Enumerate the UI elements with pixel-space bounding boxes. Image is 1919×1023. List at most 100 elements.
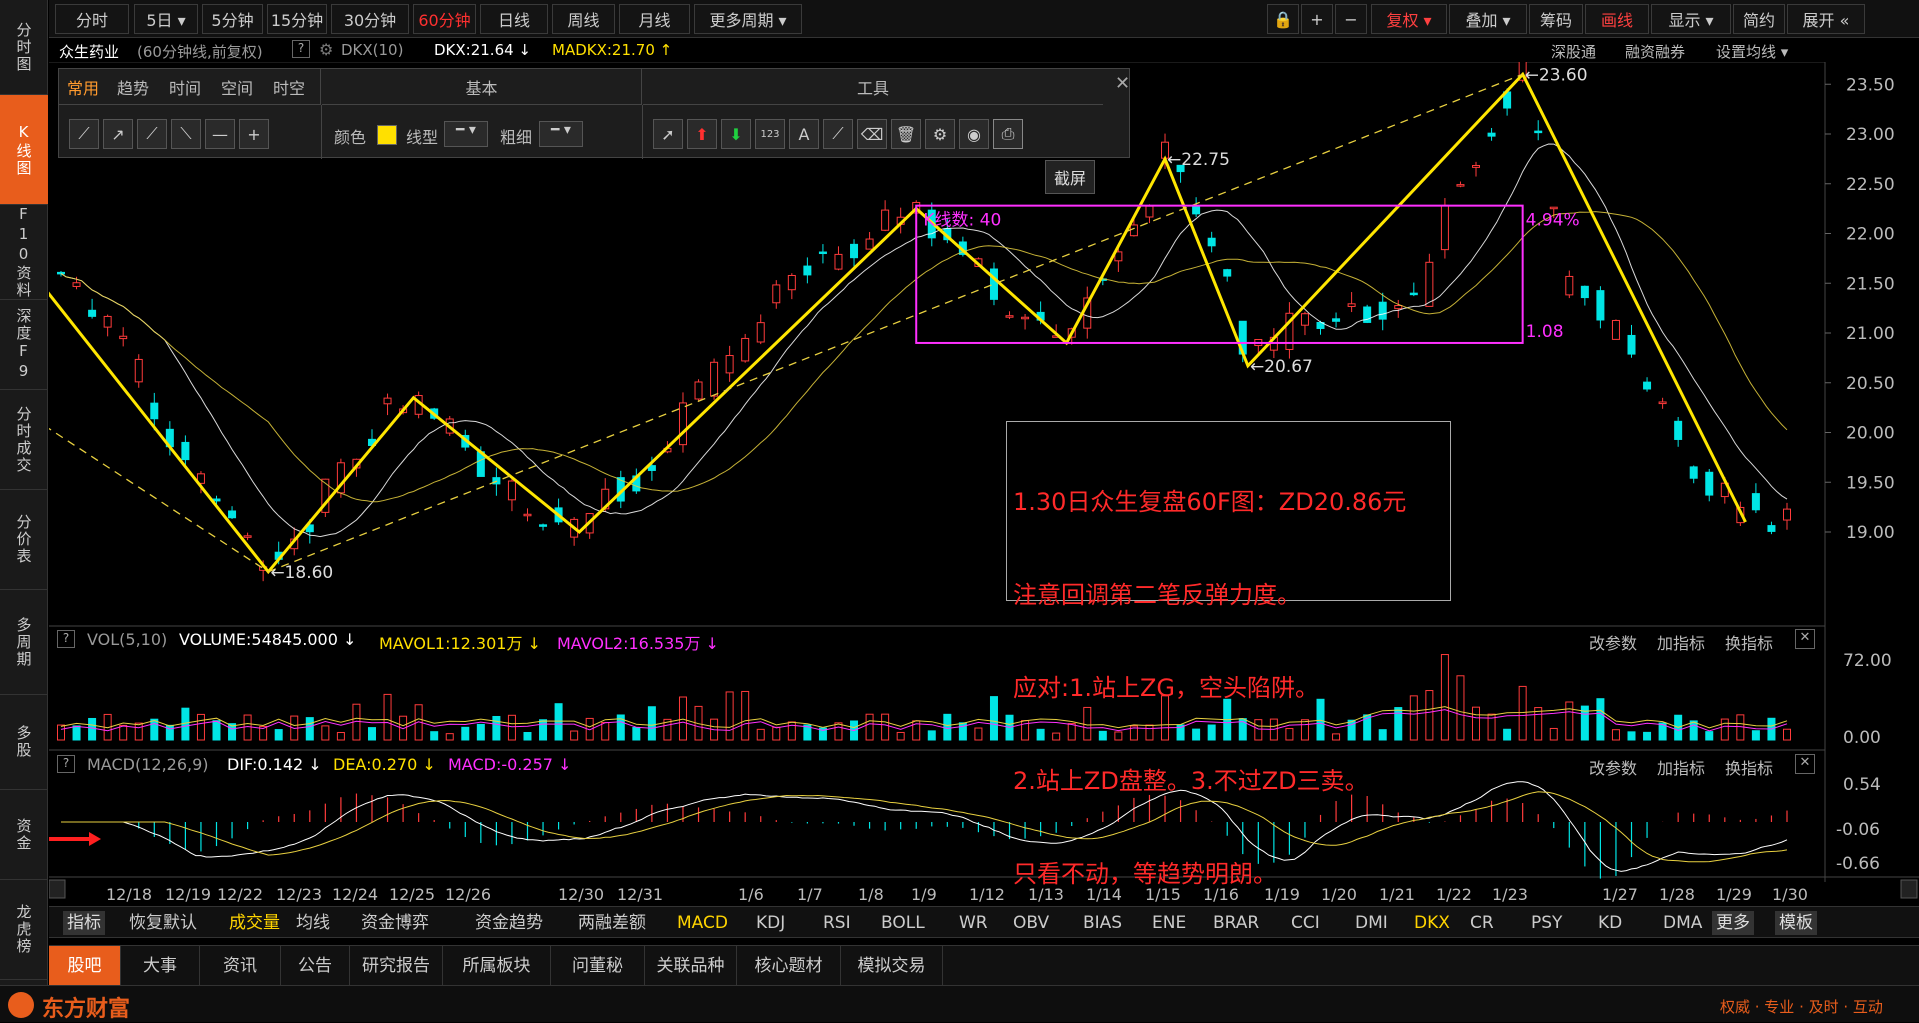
bottom-tab-5[interactable]: 所属板块 xyxy=(443,946,551,986)
indicator-item-2[interactable]: 成交量 xyxy=(225,911,284,935)
toolbar-right-button-6[interactable]: 展开 « xyxy=(1787,4,1865,34)
sidebar-item-5[interactable]: 分价表 xyxy=(0,490,48,590)
sidebar-item-9[interactable]: 龙虎榜 xyxy=(0,880,48,980)
ray-icon[interactable]: ↗ xyxy=(103,119,133,149)
indicator-item-0[interactable]: 指标 xyxy=(63,911,105,935)
close-icon[interactable]: ✕ xyxy=(1115,73,1130,94)
indicator-item-14[interactable]: ENE xyxy=(1148,911,1190,935)
bottom-tab-9[interactable]: 模拟交易 xyxy=(841,946,943,986)
settings-icon[interactable]: ⚙ xyxy=(925,119,955,149)
indicator-item-21[interactable]: KD xyxy=(1594,911,1626,935)
indicator-item-19[interactable]: CR xyxy=(1466,911,1498,935)
lock-icon[interactable]: 🔒 xyxy=(1267,4,1299,34)
close-icon[interactable]: ✕ xyxy=(1795,754,1815,774)
chart-area[interactable]: 23.50 23.00 22.50 22.00 21.50 21.00 20.50 20.00… xyxy=(49,62,1919,906)
indicator-item-24[interactable]: 模板 xyxy=(1775,911,1817,935)
pointer-icon[interactable]: ➚ xyxy=(653,119,683,149)
sidebar-item-2[interactable]: F10资料 xyxy=(0,205,48,300)
period-button-7[interactable]: 周线 xyxy=(552,4,615,34)
toolbar-right-button-3[interactable]: 画线 xyxy=(1585,4,1649,34)
number-label-icon[interactable]: 123 xyxy=(755,119,785,149)
bottom-tab-8[interactable]: 核心题材 xyxy=(737,946,841,986)
period-button-9[interactable]: 更多周期 ▾ xyxy=(694,4,802,34)
sidebar-item-7[interactable]: 多股 xyxy=(0,695,48,790)
eye-icon[interactable]: ◉ xyxy=(959,119,989,149)
sidebar-item-4[interactable]: 分时成交 xyxy=(0,390,48,490)
toolbar-right-button-0[interactable]: 复权 ▾ xyxy=(1371,4,1447,34)
indicator-item-3[interactable]: 均线 xyxy=(292,911,334,935)
toolbar-right-button-1[interactable]: 叠加 ▾ xyxy=(1449,4,1527,34)
macd-switch-indicator[interactable]: 换指标 xyxy=(1725,755,1773,779)
indicator-item-4[interactable]: 资金博弈 xyxy=(357,911,433,935)
link-set-ma[interactable]: 设置均线 ▾ xyxy=(1716,41,1788,62)
period-button-5[interactable]: 60分钟 xyxy=(413,4,476,34)
bottom-tab-2[interactable]: 资讯 xyxy=(200,946,281,986)
period-button-8[interactable]: 月线 xyxy=(619,4,690,34)
extended-line-icon[interactable]: ⟍ xyxy=(171,119,201,149)
line-icon[interactable]: ⟋ xyxy=(137,119,167,149)
tab-time[interactable]: 时间 xyxy=(169,75,201,99)
up-arrow-icon[interactable]: ⬆ xyxy=(687,119,717,149)
stock-name[interactable]: 众生药业 xyxy=(59,41,119,62)
indicator-item-16[interactable]: CCI xyxy=(1287,911,1324,935)
indicator-item-8[interactable]: KDJ xyxy=(752,911,789,935)
sidebar-item-8[interactable]: 资金 xyxy=(0,790,48,880)
period-button-3[interactable]: 15分钟 xyxy=(267,4,327,34)
macd-change-params[interactable]: 改参数 xyxy=(1589,755,1637,779)
sidebar-item-1[interactable]: K线图 xyxy=(0,95,48,205)
indicator-item-17[interactable]: DMI xyxy=(1351,911,1392,935)
trash-icon[interactable]: 🗑 xyxy=(891,119,921,149)
bottom-tab-7[interactable]: 关联品种 xyxy=(645,946,737,986)
indicator-item-23[interactable]: 更多 xyxy=(1712,911,1754,935)
crosshair-icon[interactable]: + xyxy=(239,119,269,149)
close-icon[interactable]: ✕ xyxy=(1795,629,1815,649)
indicator-item-13[interactable]: BIAS xyxy=(1079,911,1126,935)
down-arrow-icon[interactable]: ⬇ xyxy=(721,119,751,149)
period-button-1[interactable]: 5日 ▾ xyxy=(134,4,198,34)
toolbar-right-button-2[interactable]: 筹码 xyxy=(1529,4,1583,34)
period-button-6[interactable]: 日线 xyxy=(480,4,548,34)
zoom-out-icon[interactable]: − xyxy=(1335,4,1367,34)
tab-space[interactable]: 空间 xyxy=(221,75,253,99)
ruler-icon[interactable]: ⟋ xyxy=(823,119,853,149)
text-icon[interactable]: A xyxy=(789,119,819,149)
sidebar-item-3[interactable]: 深度F9 xyxy=(0,300,48,390)
thickness-select[interactable]: ━ ▾ xyxy=(539,121,583,147)
toolbar-right-button-5[interactable]: 简约 xyxy=(1733,4,1785,34)
bottom-tab-3[interactable]: 公告 xyxy=(281,946,350,986)
help-icon[interactable]: ? xyxy=(292,40,310,58)
link-shengutong[interactable]: 深股通 xyxy=(1551,41,1596,62)
sidebar-item-6[interactable]: 多周期 xyxy=(0,590,48,695)
indicator-item-9[interactable]: RSI xyxy=(819,911,855,935)
vol-change-params[interactable]: 改参数 xyxy=(1589,630,1637,654)
vol-add-indicator[interactable]: 加指标 xyxy=(1657,630,1705,654)
screenshot-icon[interactable]: ⎙ xyxy=(993,119,1023,149)
bottom-tab-1[interactable]: 大事 xyxy=(121,946,200,986)
tab-common[interactable]: 常用 xyxy=(67,75,99,99)
vol-switch-indicator[interactable]: 换指标 xyxy=(1725,630,1773,654)
bottom-tab-4[interactable]: 研究报告 xyxy=(350,946,443,986)
period-button-2[interactable]: 5分钟 xyxy=(202,4,263,34)
indicator-item-1[interactable]: 恢复默认 xyxy=(125,911,201,935)
indicator-item-5[interactable]: 资金趋势 xyxy=(471,911,547,935)
macd-add-indicator[interactable]: 加指标 xyxy=(1657,755,1705,779)
help-icon[interactable]: ? xyxy=(57,630,75,648)
indicator-item-12[interactable]: OBV xyxy=(1009,911,1053,935)
indicator-item-10[interactable]: BOLL xyxy=(877,911,929,935)
indicator-item-6[interactable]: 两融差额 xyxy=(574,911,650,935)
gear-icon[interactable]: ⚙ xyxy=(319,40,333,59)
indicator-item-7[interactable]: MACD xyxy=(673,911,732,935)
indicator-item-20[interactable]: PSY xyxy=(1527,911,1566,935)
indicator-item-18[interactable]: DKX xyxy=(1410,911,1454,935)
indicator-item-11[interactable]: WR xyxy=(955,911,992,935)
line-segment-icon[interactable]: ⟋ xyxy=(69,119,99,149)
bottom-tab-6[interactable]: 问董秘 xyxy=(551,946,645,986)
zoom-in-icon[interactable]: + xyxy=(1301,4,1333,34)
linetype-select[interactable]: ━ ▾ xyxy=(444,121,488,147)
indicator-item-15[interactable]: BRAR xyxy=(1209,911,1263,935)
eraser-icon[interactable]: ⌫ xyxy=(857,119,887,149)
bottom-tab-0[interactable]: 股吧 xyxy=(49,946,121,986)
link-rzrq[interactable]: 融资融券 xyxy=(1625,41,1685,62)
horizontal-line-icon[interactable]: — xyxy=(205,119,235,149)
indicator-item-22[interactable]: DMA xyxy=(1659,911,1706,935)
